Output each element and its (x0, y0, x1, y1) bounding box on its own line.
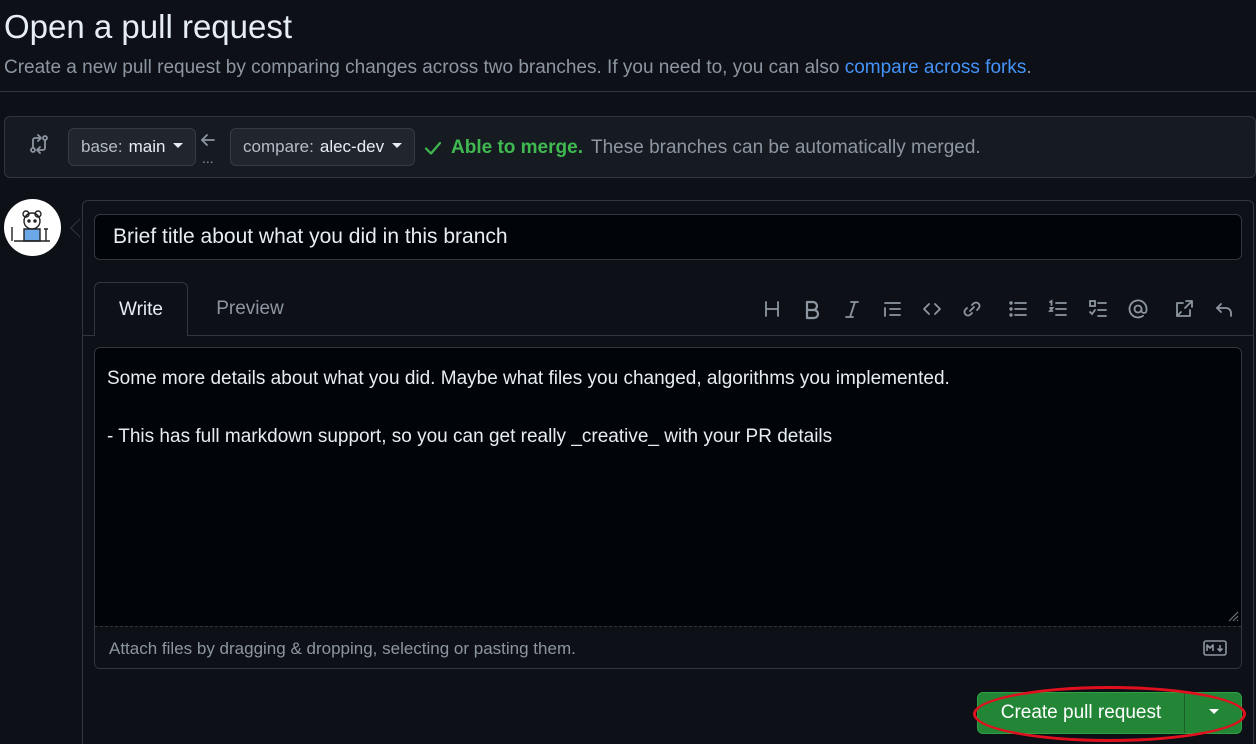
attach-files-text: Attach files by dragging & dropping, sel… (109, 639, 576, 658)
chevron-down-icon (173, 142, 184, 148)
tab-write[interactable]: Write (94, 282, 188, 336)
reference-button[interactable] (1164, 294, 1204, 324)
git-compare-icon (30, 134, 48, 154)
tab-preview[interactable]: Preview (200, 282, 300, 336)
base-branch-select[interactable]: base: main (68, 128, 197, 166)
attach-files-bar[interactable]: Attach files by dragging & dropping, sel… (95, 626, 1241, 668)
bold-button[interactable] (792, 294, 832, 324)
page-subtitle: Create a new pull request by comparing c… (4, 57, 1032, 79)
check-icon (424, 141, 442, 155)
link-icon (963, 301, 981, 317)
header-divider (0, 91, 1256, 92)
markdown-toolbar (752, 294, 1244, 324)
italic-icon (845, 301, 859, 318)
merge-status-text: These branches can be automatically merg… (590, 137, 981, 158)
branch-compare-bar: base: main ... compare: alec-dev Able to… (4, 116, 1256, 178)
avatar[interactable] (4, 199, 61, 256)
undo-icon (1216, 303, 1232, 317)
compare-across-forks-link[interactable]: compare across forks (845, 57, 1027, 78)
subtitle-suffix: . (1026, 57, 1032, 78)
compare-dots: ... (202, 150, 214, 166)
unordered-list-icon (1009, 301, 1027, 317)
link-button[interactable] (952, 294, 992, 324)
compare-branch-name: alec-dev (319, 137, 385, 156)
heading-icon (765, 301, 779, 317)
create-options-dropdown[interactable] (1185, 693, 1241, 733)
compare-branch-prefix: compare: (243, 137, 314, 156)
ordered-list-icon (1048, 299, 1067, 316)
mention-button[interactable] (1118, 294, 1158, 324)
unordered-list-button[interactable] (998, 294, 1038, 324)
base-branch-prefix: base: (81, 137, 123, 156)
undo-button[interactable] (1204, 294, 1244, 324)
chevron-down-icon (392, 142, 403, 148)
task-list-icon (1089, 300, 1107, 317)
heading-button[interactable] (752, 294, 792, 324)
page-title: Open a pull request (4, 8, 293, 45)
quote-button[interactable] (872, 294, 912, 324)
ordered-list-button[interactable] (1038, 294, 1078, 324)
bold-icon (805, 300, 820, 320)
title-input[interactable]: Brief title about what you did in this b… (94, 214, 1242, 260)
task-list-button[interactable] (1078, 294, 1118, 324)
compare-branch-select[interactable]: compare: alec-dev (230, 128, 416, 166)
body-editor[interactable]: Some more details about what you did. Ma… (94, 347, 1242, 669)
subtitle-text: Create a new pull request by comparing c… (4, 57, 845, 78)
resize-handle-icon[interactable] (1227, 610, 1239, 622)
code-button[interactable] (912, 294, 952, 324)
code-icon (923, 303, 941, 315)
arrow-left-icon (201, 134, 215, 146)
mention-icon (1128, 299, 1148, 319)
italic-button[interactable] (832, 294, 872, 324)
avatar-illustration-icon (11, 210, 50, 242)
markdown-icon[interactable] (1203, 640, 1227, 656)
body-textarea[interactable]: Some more details about what you did. Ma… (107, 364, 1221, 451)
create-pull-request-button[interactable]: Create pull request (978, 693, 1185, 733)
quote-icon (884, 302, 901, 317)
base-branch-name: main (128, 137, 166, 156)
reference-icon (1176, 300, 1193, 317)
create-pull-request-group: Create pull request (977, 692, 1242, 734)
merge-status: Able to merge. These branches can be aut… (423, 137, 981, 159)
chevron-down-icon (1209, 708, 1219, 714)
merge-ok-label: Able to merge. (451, 137, 583, 158)
